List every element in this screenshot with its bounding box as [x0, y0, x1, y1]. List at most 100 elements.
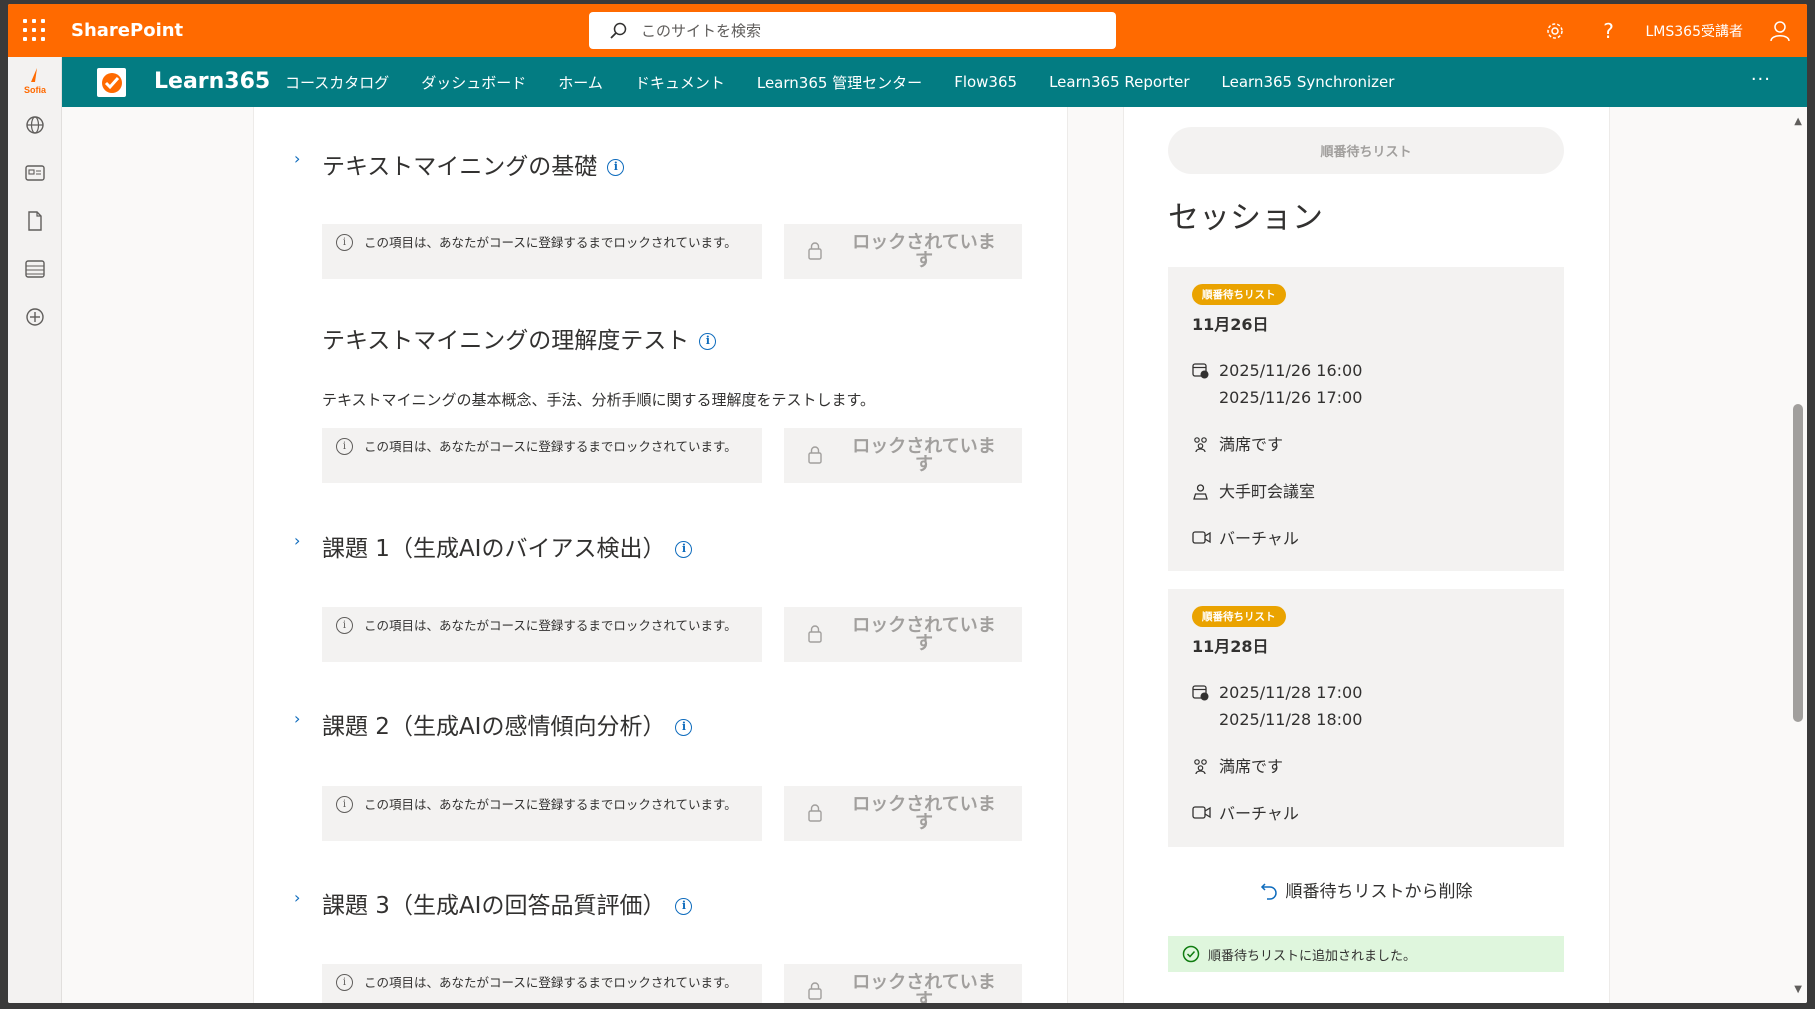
locked-button-label: ロックされています: [852, 971, 996, 1003]
item-title-row: テキストマイニングの理解度テスト i: [322, 321, 717, 355]
locked-button[interactable]: ロックされています: [784, 786, 1022, 841]
lock-icon: [808, 804, 822, 822]
format-text: バーチャル: [1219, 529, 1299, 548]
globe-icon[interactable]: [8, 105, 62, 145]
session-start: 2025/11/26 16:00: [1219, 361, 1363, 380]
calendar-clock-icon: [1192, 363, 1209, 379]
info-icon[interactable]: i: [607, 159, 625, 176]
person-location-icon: [1193, 484, 1208, 500]
user-avatar-icon[interactable]: [1753, 4, 1807, 57]
page-content: › テキストマイニングの基礎 i i この項目は、あなたがコースに登録するまでロッ…: [62, 107, 1787, 1003]
info-icon: i: [336, 438, 353, 455]
success-message-text: 順番待ちリストに追加されました。: [1208, 948, 1417, 964]
list-icon[interactable]: [8, 249, 62, 289]
app-launcher-icon[interactable]: [22, 18, 46, 42]
locked-button-label: ロックされています: [852, 793, 996, 833]
chevron-right-icon[interactable]: ›: [294, 888, 300, 907]
search-placeholder: このサイトを検索: [641, 22, 762, 40]
lock-icon: [808, 242, 822, 260]
help-icon[interactable]: ?: [1582, 4, 1636, 57]
info-icon[interactable]: i: [675, 898, 693, 915]
sofia-logo[interactable]: Sofia: [8, 61, 62, 101]
session-format: バーチャル: [1192, 525, 1540, 552]
locked-notice: i この項目は、あなたがコースに登録するまでロックされています。: [322, 224, 762, 279]
site-navigation-bar: Learn365 コースカタログ ダッシュボード ホーム ドキュメント Lear…: [62, 57, 1807, 107]
session-card[interactable]: 順番待ちリスト 11月28日 2025/11/28 17:00 2025/11/…: [1168, 589, 1564, 847]
suite-brand[interactable]: SharePoint: [71, 20, 183, 41]
info-icon[interactable]: i: [699, 333, 717, 350]
scroll-up-arrow-icon[interactable]: ▲: [1794, 116, 1802, 127]
calendar-clock-icon: [1192, 685, 1209, 701]
item-title-row: 課題 1（生成AIのバイアス検出） i: [322, 529, 693, 563]
user-name[interactable]: LMS365受講者: [1636, 21, 1754, 41]
session-date: 11月28日: [1192, 637, 1269, 656]
site-title[interactable]: Learn365: [154, 69, 270, 94]
session-date: 11月26日: [1192, 315, 1269, 334]
session-end: 2025/11/26 17:00: [1219, 388, 1363, 407]
session-capacity: 満席です: [1192, 753, 1540, 780]
left-app-rail: Sofia: [8, 57, 62, 1003]
scrollbar-thumb[interactable]: [1793, 404, 1803, 722]
search-box[interactable]: このサイトを検索: [589, 12, 1116, 49]
session-time: 2025/11/26 16:00 2025/11/26 17:00: [1192, 357, 1540, 411]
session-capacity: 満席です: [1192, 431, 1540, 458]
locked-button[interactable]: ロックされています: [784, 607, 1022, 662]
nav-home[interactable]: ホーム: [558, 72, 603, 93]
document-icon[interactable]: [8, 201, 62, 241]
learn365-logo-icon[interactable]: [97, 68, 126, 97]
info-icon: i: [336, 974, 353, 991]
suite-bar: SharePoint このサイトを検索 ? LMS365受講者: [8, 4, 1807, 57]
chevron-right-icon[interactable]: ›: [294, 709, 300, 728]
locked-button[interactable]: ロックされています: [784, 964, 1022, 1003]
item-title-row: 課題 2（生成AIの感情傾向分析） i: [322, 707, 693, 741]
chevron-right-icon[interactable]: ›: [294, 149, 300, 168]
item-title: テキストマイニングの基礎: [322, 154, 598, 180]
session-time: 2025/11/28 17:00 2025/11/28 18:00: [1192, 679, 1540, 733]
locked-notice-text: この項目は、あなたがコースに登録するまでロックされています。: [364, 975, 737, 990]
locked-notice: i この項目は、あなたがコースに登録するまでロックされています。: [322, 786, 762, 841]
nav-documents[interactable]: ドキュメント: [635, 72, 725, 93]
scroll-down-arrow-icon[interactable]: ▼: [1794, 984, 1802, 995]
session-format: バーチャル: [1192, 800, 1540, 827]
locked-button[interactable]: ロックされています: [784, 224, 1022, 279]
news-icon[interactable]: [8, 153, 62, 193]
remove-link-label: 順番待ちリストから削除: [1285, 882, 1473, 902]
nav-flow365[interactable]: Flow365: [954, 73, 1017, 91]
waitlist-button[interactable]: 順番待ちリスト: [1168, 127, 1564, 174]
location-text: 大手町会議室: [1219, 482, 1316, 501]
locked-notice-text: この項目は、あなたがコースに登録するまでロックされています。: [364, 618, 737, 633]
item-title: 課題 1（生成AIのバイアス検出）: [322, 536, 666, 562]
locked-notice: i この項目は、あなたがコースに登録するまでロックされています。: [322, 964, 762, 1003]
info-icon[interactable]: i: [675, 541, 693, 558]
locked-button-label: ロックされています: [852, 231, 996, 271]
chevron-right-icon[interactable]: ›: [294, 531, 300, 550]
item-title: 課題 3（生成AIの回答品質評価）: [322, 893, 666, 919]
info-icon[interactable]: i: [675, 719, 693, 736]
lock-icon: [808, 982, 822, 1000]
locked-button[interactable]: ロックされています: [784, 428, 1022, 483]
item-title-row: テキストマイニングの基礎 i: [322, 147, 625, 181]
info-icon: i: [336, 234, 353, 251]
nav-reporter[interactable]: Learn365 Reporter: [1049, 73, 1189, 91]
remove-from-waitlist-button[interactable]: 順番待ちリストから削除: [1168, 877, 1564, 902]
nav-synchronizer[interactable]: Learn365 Synchronizer: [1222, 73, 1395, 91]
settings-gear-icon[interactable]: [1528, 4, 1582, 57]
sessions-panel: 順番待ちリスト セッション 順番待ちリスト 11月26日 2025/11/26 …: [1123, 107, 1610, 1003]
locked-button-label: ロックされています: [852, 435, 996, 475]
browser-window: SharePoint このサイトを検索 ? LMS365受講者 Sofia Le…: [8, 4, 1807, 1003]
locked-notice-text: この項目は、あなたがコースに登録するまでロックされています。: [364, 439, 737, 454]
nav-dashboard[interactable]: ダッシュボード: [421, 72, 526, 93]
locked-notice-text: この項目は、あなたがコースに登録するまでロックされています。: [364, 797, 737, 812]
locked-notice-text: この項目は、あなたがコースに登録するまでロックされています。: [364, 235, 737, 250]
video-camera-icon: [1192, 806, 1211, 819]
add-circle-icon[interactable]: [8, 297, 62, 337]
nav-course-catalog[interactable]: コースカタログ: [285, 72, 389, 93]
nav-admin-center[interactable]: Learn365 管理センター: [757, 72, 922, 93]
capacity-text: 満席です: [1219, 435, 1284, 454]
more-options-icon[interactable]: ···: [1751, 69, 1771, 90]
waitlist-badge: 順番待ちリスト: [1192, 284, 1286, 305]
session-card[interactable]: 順番待ちリスト 11月26日 2025/11/26 16:00 2025/11/…: [1168, 267, 1564, 571]
course-items-panel: › テキストマイニングの基礎 i i この項目は、あなたがコースに登録するまでロッ…: [253, 107, 1068, 1003]
format-text: バーチャル: [1219, 804, 1299, 823]
lock-icon: [808, 625, 822, 643]
